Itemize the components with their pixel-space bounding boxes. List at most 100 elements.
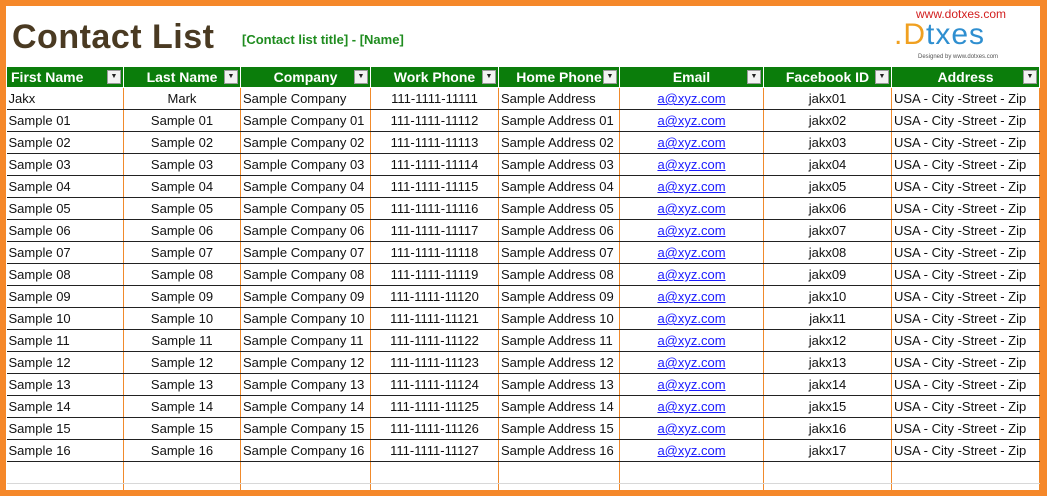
cell-first-name[interactable]: Jakx [6,87,124,110]
filter-dropdown-icon[interactable]: ▼ [107,70,121,84]
cell-facebook-id[interactable]: jakx11 [763,307,892,330]
cell-email[interactable]: a@xyz.com [619,109,764,132]
cell-work-phone[interactable]: 111-1111-11125 [370,395,499,418]
email-link[interactable]: a@xyz.com [657,179,725,194]
cell-facebook-id[interactable]: jakx08 [763,241,892,264]
cell-home-phone[interactable]: Sample Address 03 [498,153,620,176]
cell-facebook-id[interactable]: jakx15 [763,395,892,418]
cell-email[interactable]: a@xyz.com [619,395,764,418]
email-link[interactable]: a@xyz.com [657,91,725,106]
cell-facebook-id[interactable]: jakx09 [763,263,892,286]
email-link[interactable]: a@xyz.com [657,157,725,172]
empty-cell[interactable] [240,483,371,490]
cell-home-phone[interactable]: Sample Address 01 [498,109,620,132]
cell-company[interactable]: Sample Company 16 [240,439,371,462]
cell-company[interactable]: Sample Company 10 [240,307,371,330]
cell-company[interactable]: Sample Company 05 [240,197,371,220]
cell-address[interactable]: USA - City -Street - Zip [891,307,1040,330]
cell-home-phone[interactable]: Sample Address 16 [498,439,620,462]
cell-work-phone[interactable]: 111-1111-11117 [370,219,499,242]
cell-email[interactable]: a@xyz.com [619,439,764,462]
cell-home-phone[interactable]: Sample Address 09 [498,285,620,308]
cell-work-phone[interactable]: 111-1111-11113 [370,131,499,154]
cell-address[interactable]: USA - City -Street - Zip [891,197,1040,220]
cell-facebook-id[interactable]: jakx13 [763,351,892,374]
cell-address[interactable]: USA - City -Street - Zip [891,175,1040,198]
filter-dropdown-icon[interactable]: ▼ [482,70,496,84]
cell-email[interactable]: a@xyz.com [619,175,764,198]
cell-address[interactable]: USA - City -Street - Zip [891,131,1040,154]
cell-home-phone[interactable]: Sample Address 13 [498,373,620,396]
filter-dropdown-icon[interactable]: ▼ [603,70,617,84]
empty-cell[interactable] [240,461,371,484]
cell-last-name[interactable]: Mark [123,87,241,110]
cell-last-name[interactable]: Sample 02 [123,131,241,154]
cell-home-phone[interactable]: Sample Address 10 [498,307,620,330]
cell-first-name[interactable]: Sample 08 [6,263,124,286]
filter-dropdown-icon[interactable]: ▼ [747,70,761,84]
cell-work-phone[interactable]: 111-1111-11115 [370,175,499,198]
cell-email[interactable]: a@xyz.com [619,131,764,154]
cell-address[interactable]: USA - City -Street - Zip [891,241,1040,264]
cell-email[interactable]: a@xyz.com [619,351,764,374]
filter-dropdown-icon[interactable]: ▼ [224,70,238,84]
cell-email[interactable]: a@xyz.com [619,219,764,242]
cell-company[interactable]: Sample Company 08 [240,263,371,286]
column-header-facebook-id[interactable]: Facebook ID ▼ [763,66,892,88]
cell-address[interactable]: USA - City -Street - Zip [891,351,1040,374]
cell-work-phone[interactable]: 111-1111-11118 [370,241,499,264]
cell-first-name[interactable]: Sample 09 [6,285,124,308]
column-header-home-phone[interactable]: Home Phone ▼ [498,66,620,88]
cell-company[interactable]: Sample Company 06 [240,219,371,242]
cell-facebook-id[interactable]: jakx04 [763,153,892,176]
cell-work-phone[interactable]: 111-1111-11126 [370,417,499,440]
empty-cell[interactable] [498,461,620,484]
email-link[interactable]: a@xyz.com [657,135,725,150]
empty-cell[interactable] [891,461,1040,484]
cell-company[interactable]: Sample Company 09 [240,285,371,308]
cell-facebook-id[interactable]: jakx01 [763,87,892,110]
email-link[interactable]: a@xyz.com [657,289,725,304]
cell-first-name[interactable]: Sample 05 [6,197,124,220]
filter-dropdown-icon[interactable]: ▼ [354,70,368,84]
cell-company[interactable]: Sample Company 02 [240,131,371,154]
page-subtitle[interactable]: [Contact list title] - [Name] [242,32,404,47]
cell-first-name[interactable]: Sample 12 [6,351,124,374]
cell-last-name[interactable]: Sample 03 [123,153,241,176]
cell-home-phone[interactable]: Sample Address 04 [498,175,620,198]
column-header-first-name[interactable]: First Name ▼ [6,66,124,88]
cell-first-name[interactable]: Sample 07 [6,241,124,264]
cell-last-name[interactable]: Sample 07 [123,241,241,264]
cell-facebook-id[interactable]: jakx02 [763,109,892,132]
cell-work-phone[interactable]: 111-1111-11112 [370,109,499,132]
cell-facebook-id[interactable]: jakx16 [763,417,892,440]
cell-facebook-id[interactable]: jakx05 [763,175,892,198]
cell-facebook-id[interactable]: jakx07 [763,219,892,242]
cell-address[interactable]: USA - City -Street - Zip [891,263,1040,286]
empty-cell[interactable] [370,461,499,484]
cell-work-phone[interactable]: 111-1111-11116 [370,197,499,220]
empty-cell[interactable] [123,483,241,490]
cell-home-phone[interactable]: Sample Address 11 [498,329,620,352]
cell-company[interactable]: Sample Company 04 [240,175,371,198]
cell-facebook-id[interactable]: jakx17 [763,439,892,462]
cell-company[interactable]: Sample Company 03 [240,153,371,176]
cell-address[interactable]: USA - City -Street - Zip [891,153,1040,176]
column-header-address[interactable]: Address ▼ [891,66,1040,88]
cell-company[interactable]: Sample Company 14 [240,395,371,418]
column-header-work-phone[interactable]: Work Phone ▼ [370,66,499,88]
email-link[interactable]: a@xyz.com [657,201,725,216]
cell-email[interactable]: a@xyz.com [619,263,764,286]
email-link[interactable]: a@xyz.com [657,333,725,348]
cell-email[interactable]: a@xyz.com [619,87,764,110]
cell-first-name[interactable]: Sample 03 [6,153,124,176]
cell-last-name[interactable]: Sample 15 [123,417,241,440]
cell-home-phone[interactable]: Sample Address 12 [498,351,620,374]
cell-company[interactable]: Sample Company 11 [240,329,371,352]
cell-last-name[interactable]: Sample 01 [123,109,241,132]
cell-email[interactable]: a@xyz.com [619,241,764,264]
email-link[interactable]: a@xyz.com [657,399,725,414]
cell-email[interactable]: a@xyz.com [619,285,764,308]
cell-home-phone[interactable]: Sample Address 14 [498,395,620,418]
empty-cell[interactable] [763,483,892,490]
